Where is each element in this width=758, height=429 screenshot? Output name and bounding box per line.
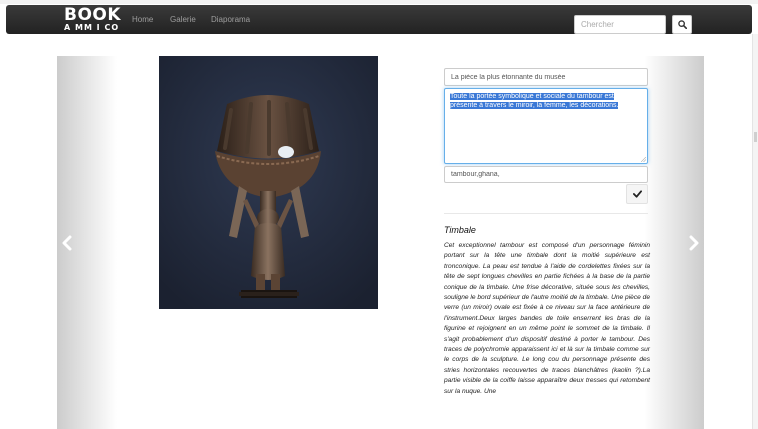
brand-logo[interactable]: BOOK A MM I CO (64, 7, 121, 32)
page-scrollbar[interactable] (752, 34, 758, 429)
nav-link-galerie[interactable]: Galerie (170, 15, 196, 24)
search-input[interactable] (574, 15, 666, 34)
description-textarea[interactable]: Toute la portée symbolique et sociale du… (444, 88, 648, 164)
search-icon (677, 20, 687, 29)
section-divider (444, 213, 648, 214)
chevron-right-icon (689, 235, 699, 250)
artwork-description: Cet exceptionnel tambour est composé d'u… (444, 242, 650, 395)
navbar: BOOK A MM I CO Home Galerie Diaporama (6, 5, 752, 34)
title-input[interactable] (444, 68, 648, 86)
carousel-prev-button[interactable] (57, 56, 117, 429)
artwork-title: Timbale (444, 225, 476, 235)
check-icon (632, 190, 642, 198)
validate-button[interactable] (626, 184, 648, 204)
search-button[interactable] (672, 15, 692, 34)
tags-input[interactable] (444, 166, 648, 183)
chevron-left-icon (62, 235, 72, 250)
nav-link-home[interactable]: Home (132, 15, 153, 24)
nav-link-diaporama[interactable]: Diaporama (211, 15, 250, 24)
resize-handle-icon[interactable] (641, 157, 646, 162)
scrollbar-thumb[interactable] (754, 132, 757, 142)
description-text: Toute la portée symbolique et sociale du… (450, 93, 619, 109)
artwork-image (159, 56, 378, 309)
browser-top-edge (0, 0, 758, 4)
brand-title: BOOK (64, 5, 122, 25)
carousel-next-button[interactable] (644, 56, 704, 429)
brand-subtitle: A MM I CO (64, 23, 120, 32)
